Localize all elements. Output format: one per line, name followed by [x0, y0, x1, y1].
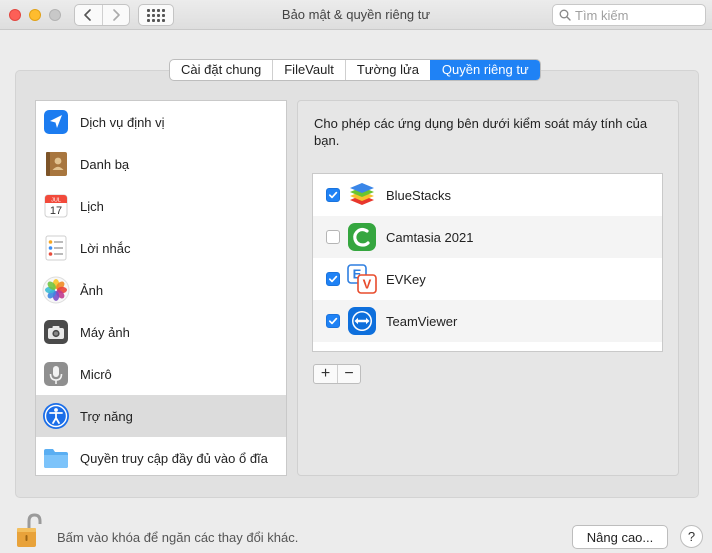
svg-text:JUL: JUL [51, 198, 61, 204]
svg-text:V: V [363, 277, 372, 292]
lock-button[interactable] [15, 512, 45, 550]
checkmark-icon [328, 191, 338, 199]
location-arrow-icon [42, 108, 70, 136]
teamviewer-icon [346, 305, 378, 337]
tab-bar: Cài đặt chung FileVault Tường lửa Quyền … [169, 59, 541, 81]
svg-text:17: 17 [50, 205, 62, 217]
sidebar-item-calendar[interactable]: JUL 17 Lịch [36, 185, 286, 227]
app-name: EVKey [386, 271, 426, 287]
sidebar-item-label: Danh bạ [80, 156, 130, 172]
sidebar-item-label: Lịch [80, 198, 104, 214]
sidebar-item-label: Ảnh [80, 282, 104, 298]
search-box[interactable] [552, 4, 706, 26]
help-button[interactable]: ? [680, 525, 703, 548]
app-permission-list: BlueStacks Camtasia 2021 E V EVKey TeamV… [312, 173, 663, 352]
remove-app-button[interactable]: − [337, 365, 360, 383]
lock-hint-text: Bấm vào khóa để ngăn các thay đổi khác. [57, 530, 299, 545]
pane-description: Cho phép các ứng dụng bên dưới kiểm soát… [314, 116, 648, 148]
sidebar-item-label: Quyền truy cập đầy đủ vào ổ đĩa [80, 450, 268, 466]
search-input[interactable] [575, 7, 705, 23]
checkmark-icon [328, 275, 338, 283]
privacy-category-list: Dịch vụ định vị Danh bạ JUL 17 Lịch Lời … [35, 100, 287, 476]
sidebar-item-label: Lời nhắc [80, 240, 131, 256]
app-name: Camtasia 2021 [386, 229, 474, 245]
evkey-checkbox[interactable] [326, 272, 340, 286]
sidebar-item-label: Trợ năng [80, 408, 133, 424]
add-remove-controls: + − [313, 364, 361, 384]
calendar-icon: JUL 17 [42, 192, 70, 220]
microphone-icon [42, 360, 70, 388]
sidebar-item-location-services[interactable]: Dịch vụ định vị [36, 101, 286, 143]
sidebar-item-accessibility[interactable]: Trợ năng [36, 395, 286, 437]
folder-icon [42, 444, 70, 472]
camtasia-checkbox[interactable] [326, 230, 340, 244]
unlocked-padlock-icon [17, 513, 42, 547]
app-name: TeamViewer [386, 313, 458, 329]
list-item[interactable]: BlueStacks [313, 174, 662, 216]
bluestacks-checkbox[interactable] [326, 188, 340, 202]
add-app-button[interactable]: + [314, 365, 337, 383]
tab-privacy[interactable]: Quyền riêng tư [429, 60, 540, 80]
search-icon [559, 9, 571, 21]
app-name: BlueStacks [386, 187, 452, 203]
photos-flower-icon [42, 276, 70, 304]
sidebar-item-label: Máy ảnh [80, 324, 130, 340]
sidebar-item-label: Dịch vụ định vị [80, 114, 165, 130]
tab-filevault[interactable]: FileVault [272, 60, 345, 80]
checkmark-icon [328, 317, 338, 325]
tab-general[interactable]: Cài đặt chung [170, 60, 272, 80]
evkey-icon: E V [346, 263, 378, 295]
sidebar-item-label: Micrô [80, 366, 112, 382]
list-item[interactable]: Camtasia 2021 [313, 216, 662, 258]
list-item[interactable]: E V EVKey [313, 258, 662, 300]
sidebar-item-reminders[interactable]: Lời nhắc [36, 227, 286, 269]
teamviewer-checkbox[interactable] [326, 314, 340, 328]
camera-icon [42, 318, 70, 346]
bluestacks-icon [346, 179, 378, 211]
advanced-button[interactable]: Nâng cao... [572, 525, 668, 549]
accessibility-icon [42, 402, 70, 430]
sidebar-item-contacts[interactable]: Danh bạ [36, 143, 286, 185]
tab-firewall[interactable]: Tường lửa [344, 60, 430, 80]
sidebar-item-full-disk-access[interactable]: Quyền truy cập đầy đủ vào ổ đĩa [36, 437, 286, 475]
list-item[interactable]: TeamViewer [313, 300, 662, 342]
sidebar-item-microphone[interactable]: Micrô [36, 353, 286, 395]
reminders-icon [42, 234, 70, 262]
camtasia-icon [346, 221, 378, 253]
sidebar-item-camera[interactable]: Máy ảnh [36, 311, 286, 353]
contacts-book-icon [42, 150, 70, 178]
sidebar-item-photos[interactable]: Ảnh [36, 269, 286, 311]
title-bar: Bảo mật & quyền riêng tư [0, 0, 712, 30]
